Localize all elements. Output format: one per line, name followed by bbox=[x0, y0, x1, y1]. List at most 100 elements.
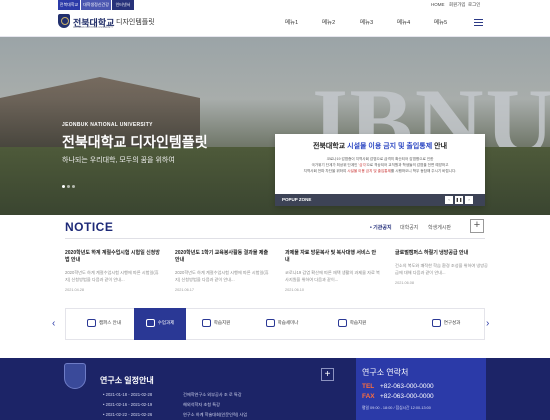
schedule-range: • 2021-02-16 - 2021-02-19 bbox=[103, 402, 153, 407]
util-tab-university[interactable]: 전북대학교 bbox=[58, 0, 80, 10]
popup-prev-button[interactable]: ‹ bbox=[445, 196, 453, 204]
tel-value: +82-063-000-0000 bbox=[380, 383, 434, 390]
contact-title: 연구소 연락처 bbox=[362, 368, 409, 377]
schedule-text: 해외석학자 초청 특강 bbox=[183, 402, 221, 407]
logo-subtitle: JEONBUK NATIONAL UNIVERSITY bbox=[73, 26, 114, 29]
schedule-row[interactable]: • 2021-01-18 - 2021-02-28 건에학연구소 외부공사 조 로… bbox=[103, 392, 242, 398]
tab-agency-notice[interactable]: • 기관공지 bbox=[370, 224, 392, 231]
hero-dot-1[interactable] bbox=[62, 185, 65, 188]
hamburger-menu-icon[interactable] bbox=[474, 19, 483, 26]
quick-item-seminar[interactable]: 학습세미나 bbox=[256, 308, 308, 340]
hero-pagination bbox=[62, 175, 77, 193]
notice-card-2[interactable]: 2020학년도 1학기 교육봉사활동 결과물 제출 안내 2020학년도 하계 … bbox=[175, 250, 270, 292]
contact-hours: 평일 09:00 - 18:00 / 점심시간 12:00-13:00 bbox=[362, 406, 431, 410]
popup-pause-button[interactable]: ❚❚ bbox=[455, 196, 463, 204]
quick-item-label: 학습지원 bbox=[349, 320, 367, 325]
notice-card-body: 2020학년도 하계 계절수업시험 시행에 따른 시험일(휴지) 신청방법을 다… bbox=[65, 270, 159, 282]
schedule-text: 연구소 하계 학술대회(인문인력) 사업 bbox=[183, 412, 248, 417]
fax-label: FAX bbox=[362, 393, 375, 400]
hero-subtitle: 하나되는 우리대학, 모두의 꿈을 위하여 bbox=[62, 157, 175, 164]
tab-university-notice[interactable]: 대학공지 bbox=[400, 224, 418, 231]
hero-english-name: JEONBUK NATIONAL UNIVERSITY bbox=[62, 122, 153, 128]
schedule-row[interactable]: • 2021-02-22 - 2021-02-26 연구소 하계 학술대회(인문인… bbox=[103, 412, 247, 418]
quick-prev-arrow-icon[interactable]: ‹ bbox=[52, 318, 55, 329]
notice-card-date: 2021.06.10 bbox=[285, 288, 305, 292]
popup-zone-label: POPUP ZONE bbox=[282, 197, 312, 202]
popup-body-3-red: 시설물 이용 금지 및 출입통제 bbox=[347, 169, 391, 173]
research-icon bbox=[431, 319, 441, 327]
quick-item-learning-support-2[interactable]: 학습지원 bbox=[326, 308, 378, 340]
util-tab-mental-health[interactable]: 대학생정신건강 bbox=[81, 0, 111, 10]
contact-fax: FAX +82-063-000-0000 bbox=[362, 393, 434, 400]
university-shield-icon bbox=[64, 363, 86, 389]
popup-body-line-3: 지역사회 전파 차단을 위하여 시설물 이용 금지 및 출입통제를 시행하오니 … bbox=[285, 168, 475, 174]
notice-card-date: 2021.04.28 bbox=[65, 288, 85, 292]
schedule-more-button[interactable]: + bbox=[321, 368, 334, 381]
coursework-icon bbox=[145, 319, 155, 327]
gnb-menu-1[interactable]: 메뉴1 bbox=[285, 18, 298, 26]
popup-title-highlight: 시설물 이용 금지 및 출입통제 bbox=[347, 143, 433, 150]
schedule-title: 연구소 일정안내 bbox=[100, 376, 154, 385]
seminar-icon bbox=[265, 319, 275, 327]
schedule-row[interactable]: • 2021-02-16 - 2021-02-19 해외석학자 초청 특강 bbox=[103, 402, 220, 408]
popup-body-2-post: 으로 격상되어 교직원과 학생들의 감염을 전면 예방하고 bbox=[366, 163, 449, 167]
campus-icon bbox=[87, 319, 97, 327]
quick-item-label: 수업과제 bbox=[157, 320, 175, 325]
popup-body-3-post: 를 시행하오니 학우 동참해 주시기 바랍니다. bbox=[390, 169, 457, 173]
notice-more-button[interactable]: + bbox=[470, 219, 484, 233]
schedule-range: • 2021-02-22 - 2021-02-26 bbox=[103, 412, 153, 417]
popup-body-3-pre: 지역사회 전파 차단을 위하여 bbox=[303, 169, 348, 173]
popup-title: 전북대학교 시설물 이용 금지 및 출입통제 안내 bbox=[275, 141, 485, 151]
notice-card-title[interactable]: 과제물 자료 방문복사 및 복사대행 서비스 안내 bbox=[285, 250, 380, 264]
tel-label: TEL bbox=[362, 383, 375, 390]
popup-title-prefix: 전북대학교 bbox=[312, 143, 348, 150]
university-emblem-icon[interactable] bbox=[58, 14, 70, 28]
quick-item-coursework[interactable]: 수업과제 bbox=[134, 308, 186, 340]
home-link[interactable]: HOME bbox=[431, 0, 445, 10]
notice-card-1[interactable]: 2020학년도 하계 계절수업시험 시험일 신청방법 안내 2020학년도 하계… bbox=[65, 250, 160, 292]
hero-dot-2[interactable] bbox=[67, 185, 70, 188]
schedule-range: • 2021-01-18 - 2021-02-28 bbox=[103, 392, 153, 397]
quick-item-label: 학습지원 bbox=[213, 320, 231, 325]
gnb-menu-4[interactable]: 메뉴4 bbox=[397, 18, 410, 26]
notice-card-date: 2021.06.08 bbox=[395, 281, 415, 285]
schedule-text: 건에학연구소 외부공사 조 로 특강 bbox=[183, 392, 242, 397]
notice-heading: NOTICE bbox=[65, 220, 114, 234]
quick-item-campus[interactable]: 캠퍼스 안내 bbox=[78, 308, 130, 340]
gnb-menu-5[interactable]: 메뉴5 bbox=[434, 18, 447, 26]
hero-dot-3[interactable] bbox=[72, 185, 75, 188]
login-link[interactable]: 로그인 bbox=[468, 0, 480, 10]
contact-box: 연구소 연락처 TEL +82-063-000-0000 FAX +82-063-0… bbox=[356, 358, 486, 420]
gnb-menu-3[interactable]: 메뉴3 bbox=[360, 18, 373, 26]
utility-bar: 전북대학교 대학생정신건강 인터넷서 HOME 회원가입 로그인 bbox=[0, 0, 550, 11]
notice-card-3[interactable]: 과제물 자료 방문복사 및 복사대행 서비스 안내 코로나19 감염 확산에 따… bbox=[285, 250, 380, 292]
learning-support-icon bbox=[337, 319, 347, 327]
util-tab-internet[interactable]: 인터넷서 bbox=[112, 0, 134, 10]
hero-title: 전북대학교 디자인템플릿 bbox=[62, 134, 208, 150]
signup-link[interactable]: 회원가입 bbox=[449, 0, 466, 10]
site-name[interactable]: 디자인템플릿 bbox=[116, 17, 155, 27]
notice-card-body: 2020학년도 하계 계절수업시험 시행에 따른 시험일(휴지) 신청방법을 다… bbox=[175, 270, 269, 282]
quick-item-label: 캠퍼스 안내 bbox=[99, 320, 121, 325]
notice-card-title[interactable]: 글로벌캠퍼스 하절기 냉방공급 안내 bbox=[395, 250, 490, 257]
quick-item-learning-support[interactable]: 학습지원 bbox=[190, 308, 242, 340]
tab-student-board[interactable]: 학생게시판 bbox=[428, 224, 451, 231]
learning-support-icon bbox=[201, 319, 211, 327]
notice-card-body: 코로나19 감염 확산에 따른 재택 생활의 과제물 자료 복사지원을 위하여 … bbox=[285, 270, 380, 282]
notice-card-4[interactable]: 글로벌캠퍼스 하절기 냉방공급 안내 건소의 복도와 쾌적한 학습 환경 조성을… bbox=[395, 250, 490, 285]
popup-body: 코로나19 감염증이 지역사회 감염으로 급격히 확산되어 감염병으로 인한 국… bbox=[285, 156, 475, 174]
notice-card-date: 2021.06.17 bbox=[175, 288, 195, 292]
quick-item-research[interactable]: 연구성과 bbox=[420, 308, 472, 340]
notice-card-title[interactable]: 2020학년도 하계 계절수업시험 시험일 신청방법 안내 bbox=[65, 250, 160, 264]
quick-next-arrow-icon[interactable]: › bbox=[486, 318, 489, 329]
quick-item-label: 연구성과 bbox=[443, 320, 461, 325]
header: 전북대학교 JEONBUK NATIONAL UNIVERSITY 디자인템플릿… bbox=[0, 11, 550, 37]
fax-value: +82-063-000-0000 bbox=[380, 393, 434, 400]
popup-next-button[interactable]: › bbox=[465, 196, 473, 204]
gnb-menu-2[interactable]: 메뉴2 bbox=[322, 18, 335, 26]
popup-zone-bar: POPUP ZONE ‹ ❚❚ › bbox=[275, 194, 485, 206]
popup-body-2-pre: 국가위기 단계가 최상위 단계인 bbox=[311, 163, 359, 167]
notice-card-title[interactable]: 2020학년도 1학기 교육봉사활동 결과물 제출 안내 bbox=[175, 250, 270, 264]
notice-divider bbox=[65, 238, 485, 239]
popup-title-suffix: 안내 bbox=[432, 143, 448, 150]
